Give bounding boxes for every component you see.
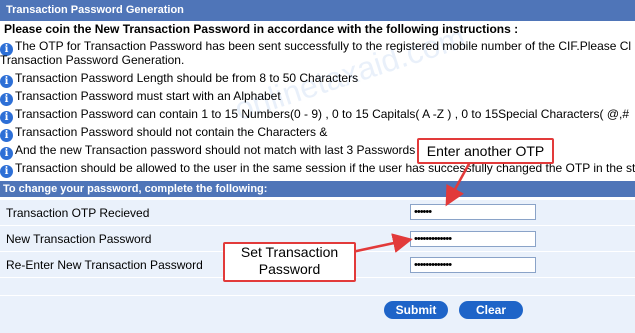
- set-callout-arrow: [351, 233, 413, 254]
- otp-callout: Enter another OTP: [417, 138, 554, 164]
- annotation-arrows: [351, 161, 472, 254]
- otp-callout-arrow: [445, 161, 472, 207]
- set-password-callout: Set Transaction Password: [223, 242, 356, 282]
